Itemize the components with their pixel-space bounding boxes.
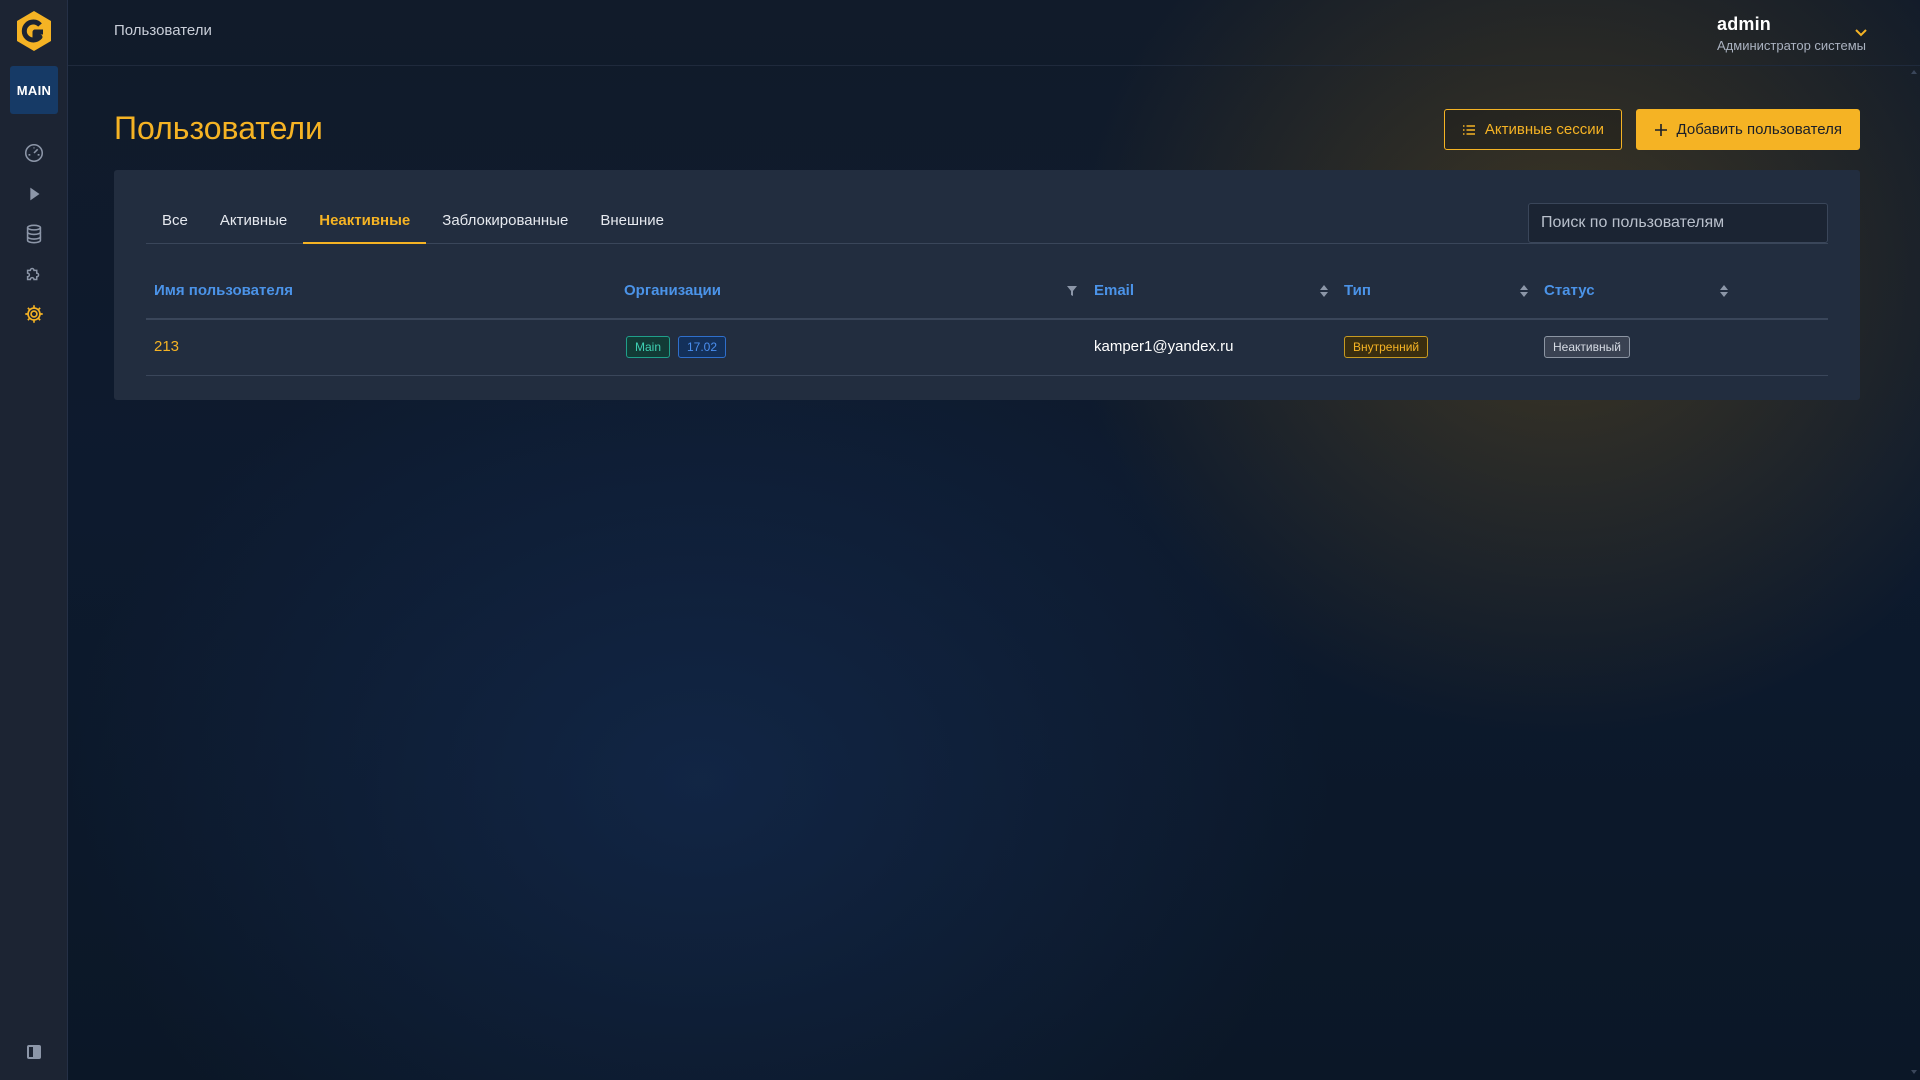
active-sessions-button[interactable]: Активные сессии (1443, 109, 1622, 150)
dashboard-gauge-icon[interactable] (18, 137, 50, 169)
column-email[interactable]: Email (1094, 282, 1134, 299)
tab-blocked[interactable]: Заблокированные (426, 202, 584, 244)
page-title: Пользователи (114, 110, 323, 146)
sidebar: MAIN (0, 0, 68, 1080)
user-name: admin (1717, 14, 1772, 34)
tab-external[interactable]: Внешние (584, 202, 680, 244)
search-input[interactable] (1528, 203, 1828, 243)
active-sessions-label: Активные сессии (1484, 121, 1604, 138)
user-role: Администратор системы (1717, 38, 1866, 53)
puzzle-icon[interactable] (18, 258, 50, 290)
column-status[interactable]: Статус (1544, 282, 1595, 299)
status-badge: Неактивный (1544, 336, 1630, 358)
workspace-badge[interactable]: MAIN (10, 66, 58, 114)
plus-icon (1654, 123, 1667, 136)
org-tag: 17.02 (678, 336, 727, 358)
add-user-label: Добавить пользователя (1676, 121, 1842, 138)
app-logo-icon[interactable] (13, 10, 55, 52)
table-header: Имя пользователя Организации Email Тип С… (146, 268, 1828, 320)
chevron-down-icon[interactable] (1854, 25, 1868, 39)
user-menu[interactable]: admin Администратор системы (1717, 14, 1866, 53)
row-email: kamper1@yandex.ru (1094, 338, 1234, 355)
sidebar-collapse-icon[interactable] (26, 1044, 42, 1060)
users-panel: Все Активные Неактивные Заблокированные … (114, 170, 1860, 400)
column-type[interactable]: Тип (1344, 282, 1371, 299)
sort-icon[interactable] (1318, 284, 1330, 298)
gear-icon[interactable] (18, 298, 50, 330)
column-organizations[interactable]: Организации (624, 282, 721, 299)
page-scrollbar[interactable] (1908, 66, 1920, 1080)
table-row[interactable]: 213 Main 17.02 kamper1@yandex.ru Внутрен… (146, 320, 1828, 376)
background (0, 0, 1920, 1080)
sort-icon[interactable] (1718, 284, 1730, 298)
database-icon[interactable] (18, 218, 50, 250)
tab-all[interactable]: Все (146, 202, 204, 244)
list-icon (1462, 124, 1475, 135)
breadcrumb[interactable]: Пользователи (114, 22, 212, 39)
tab-inactive[interactable]: Неактивные (303, 202, 427, 244)
type-badge: Внутренний (1344, 336, 1429, 358)
add-user-button[interactable]: Добавить пользователя (1635, 109, 1860, 150)
row-username-link[interactable]: 213 (154, 338, 179, 355)
org-tag: Main (626, 336, 671, 358)
topbar: Пользователи admin Администратор системы (68, 0, 1920, 66)
tab-active[interactable]: Активные (204, 202, 303, 244)
column-username[interactable]: Имя пользователя (154, 282, 293, 299)
filter-icon[interactable] (1066, 284, 1078, 298)
play-icon[interactable] (18, 178, 50, 210)
sort-icon[interactable] (1518, 284, 1530, 298)
